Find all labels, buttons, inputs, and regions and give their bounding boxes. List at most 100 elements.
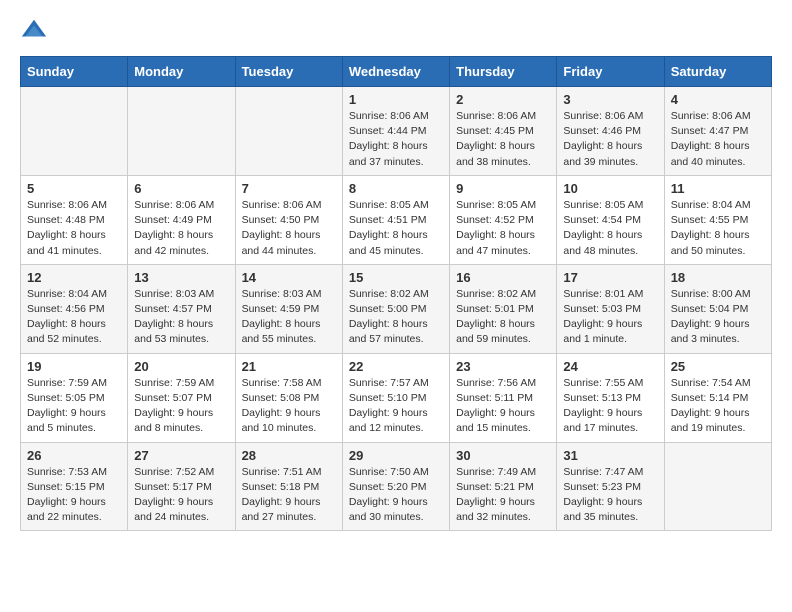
day-info: Sunrise: 7:56 AMSunset: 5:11 PMDaylight:… xyxy=(456,376,550,437)
day-info: Sunrise: 7:59 AMSunset: 5:05 PMDaylight:… xyxy=(27,376,121,437)
calendar-cell: 6 Sunrise: 8:06 AMSunset: 4:49 PMDaylight… xyxy=(128,175,235,264)
calendar-body: 1 Sunrise: 8:06 AMSunset: 4:44 PMDaylight… xyxy=(21,87,772,531)
weekday-header: Tuesday xyxy=(235,57,342,87)
day-info: Sunrise: 8:04 AMSunset: 4:55 PMDaylight:… xyxy=(671,198,765,259)
day-info: Sunrise: 7:52 AMSunset: 5:17 PMDaylight:… xyxy=(134,465,228,526)
day-number: 28 xyxy=(242,448,336,463)
calendar-week-row: 5 Sunrise: 8:06 AMSunset: 4:48 PMDaylight… xyxy=(21,175,772,264)
calendar-week-row: 1 Sunrise: 8:06 AMSunset: 4:44 PMDaylight… xyxy=(21,87,772,176)
calendar-cell: 3 Sunrise: 8:06 AMSunset: 4:46 PMDaylight… xyxy=(557,87,664,176)
day-info: Sunrise: 8:06 AMSunset: 4:46 PMDaylight:… xyxy=(563,109,657,170)
weekday-header: Thursday xyxy=(450,57,557,87)
day-info: Sunrise: 7:57 AMSunset: 5:10 PMDaylight:… xyxy=(349,376,443,437)
day-number: 11 xyxy=(671,181,765,196)
day-number: 25 xyxy=(671,359,765,374)
day-info: Sunrise: 8:03 AMSunset: 4:57 PMDaylight:… xyxy=(134,287,228,348)
header xyxy=(20,16,772,44)
day-info: Sunrise: 7:50 AMSunset: 5:20 PMDaylight:… xyxy=(349,465,443,526)
day-info: Sunrise: 8:00 AMSunset: 5:04 PMDaylight:… xyxy=(671,287,765,348)
calendar-cell xyxy=(235,87,342,176)
day-info: Sunrise: 8:01 AMSunset: 5:03 PMDaylight:… xyxy=(563,287,657,348)
calendar-cell: 15 Sunrise: 8:02 AMSunset: 5:00 PMDayligh… xyxy=(342,264,449,353)
day-number: 5 xyxy=(27,181,121,196)
day-number: 21 xyxy=(242,359,336,374)
calendar-cell: 28 Sunrise: 7:51 AMSunset: 5:18 PMDayligh… xyxy=(235,442,342,531)
page: SundayMondayTuesdayWednesdayThursdayFrid… xyxy=(0,0,792,547)
day-info: Sunrise: 8:05 AMSunset: 4:54 PMDaylight:… xyxy=(563,198,657,259)
calendar-header: SundayMondayTuesdayWednesdayThursdayFrid… xyxy=(21,57,772,87)
day-number: 6 xyxy=(134,181,228,196)
day-number: 16 xyxy=(456,270,550,285)
calendar-cell: 1 Sunrise: 8:06 AMSunset: 4:44 PMDaylight… xyxy=(342,87,449,176)
day-number: 20 xyxy=(134,359,228,374)
day-number: 10 xyxy=(563,181,657,196)
day-info: Sunrise: 7:51 AMSunset: 5:18 PMDaylight:… xyxy=(242,465,336,526)
day-info: Sunrise: 7:47 AMSunset: 5:23 PMDaylight:… xyxy=(563,465,657,526)
calendar-cell: 25 Sunrise: 7:54 AMSunset: 5:14 PMDayligh… xyxy=(664,353,771,442)
calendar-cell: 29 Sunrise: 7:50 AMSunset: 5:20 PMDayligh… xyxy=(342,442,449,531)
day-info: Sunrise: 8:02 AMSunset: 5:00 PMDaylight:… xyxy=(349,287,443,348)
calendar-cell: 17 Sunrise: 8:01 AMSunset: 5:03 PMDayligh… xyxy=(557,264,664,353)
day-info: Sunrise: 8:06 AMSunset: 4:48 PMDaylight:… xyxy=(27,198,121,259)
day-number: 29 xyxy=(349,448,443,463)
day-number: 24 xyxy=(563,359,657,374)
day-number: 27 xyxy=(134,448,228,463)
day-info: Sunrise: 7:54 AMSunset: 5:14 PMDaylight:… xyxy=(671,376,765,437)
day-number: 2 xyxy=(456,92,550,107)
calendar-cell: 12Sunrise: 8:04 AMSunset: 4:56 PMDayligh… xyxy=(21,264,128,353)
calendar-cell: 11 Sunrise: 8:04 AMSunset: 4:55 PMDayligh… xyxy=(664,175,771,264)
calendar-table: SundayMondayTuesdayWednesdayThursdayFrid… xyxy=(20,56,772,531)
day-number: 23 xyxy=(456,359,550,374)
calendar-cell: 26 Sunrise: 7:53 AMSunset: 5:15 PMDayligh… xyxy=(21,442,128,531)
day-info: Sunrise: 8:05 AMSunset: 4:51 PMDaylight:… xyxy=(349,198,443,259)
calendar-week-row: 12Sunrise: 8:04 AMSunset: 4:56 PMDayligh… xyxy=(21,264,772,353)
calendar-cell: 23 Sunrise: 7:56 AMSunset: 5:11 PMDayligh… xyxy=(450,353,557,442)
day-number: 9 xyxy=(456,181,550,196)
logo xyxy=(20,16,52,44)
weekday-header: Saturday xyxy=(664,57,771,87)
weekday-row: SundayMondayTuesdayWednesdayThursdayFrid… xyxy=(21,57,772,87)
day-number: 19 xyxy=(27,359,121,374)
calendar-cell: 19 Sunrise: 7:59 AMSunset: 5:05 PMDayligh… xyxy=(21,353,128,442)
calendar-cell: 5 Sunrise: 8:06 AMSunset: 4:48 PMDaylight… xyxy=(21,175,128,264)
calendar-cell: 2 Sunrise: 8:06 AMSunset: 4:45 PMDaylight… xyxy=(450,87,557,176)
calendar-cell: 21 Sunrise: 7:58 AMSunset: 5:08 PMDayligh… xyxy=(235,353,342,442)
weekday-header: Friday xyxy=(557,57,664,87)
day-number: 26 xyxy=(27,448,121,463)
day-number: 15 xyxy=(349,270,443,285)
calendar-cell: 16 Sunrise: 8:02 AMSunset: 5:01 PMDayligh… xyxy=(450,264,557,353)
day-number: 18 xyxy=(671,270,765,285)
day-number: 3 xyxy=(563,92,657,107)
weekday-header: Monday xyxy=(128,57,235,87)
day-info: Sunrise: 7:53 AMSunset: 5:15 PMDaylight:… xyxy=(27,465,121,526)
calendar-week-row: 26 Sunrise: 7:53 AMSunset: 5:15 PMDayligh… xyxy=(21,442,772,531)
calendar-cell: 18 Sunrise: 8:00 AMSunset: 5:04 PMDayligh… xyxy=(664,264,771,353)
day-number: 31 xyxy=(563,448,657,463)
day-info: Sunrise: 8:02 AMSunset: 5:01 PMDaylight:… xyxy=(456,287,550,348)
calendar-cell: 7Sunrise: 8:06 AMSunset: 4:50 PMDaylight… xyxy=(235,175,342,264)
day-number: 22 xyxy=(349,359,443,374)
day-info: Sunrise: 8:04 AMSunset: 4:56 PMDaylight:… xyxy=(27,287,121,348)
logo-icon xyxy=(20,16,48,44)
calendar-cell: 9 Sunrise: 8:05 AMSunset: 4:52 PMDaylight… xyxy=(450,175,557,264)
day-info: Sunrise: 7:49 AMSunset: 5:21 PMDaylight:… xyxy=(456,465,550,526)
calendar-cell: 31 Sunrise: 7:47 AMSunset: 5:23 PMDayligh… xyxy=(557,442,664,531)
calendar-cell xyxy=(21,87,128,176)
day-number: 30 xyxy=(456,448,550,463)
day-number: 17 xyxy=(563,270,657,285)
day-info: Sunrise: 8:06 AMSunset: 4:45 PMDaylight:… xyxy=(456,109,550,170)
day-info: Sunrise: 8:05 AMSunset: 4:52 PMDaylight:… xyxy=(456,198,550,259)
calendar-cell: 30 Sunrise: 7:49 AMSunset: 5:21 PMDayligh… xyxy=(450,442,557,531)
calendar-cell: 10 Sunrise: 8:05 AMSunset: 4:54 PMDayligh… xyxy=(557,175,664,264)
day-info: Sunrise: 7:58 AMSunset: 5:08 PMDaylight:… xyxy=(242,376,336,437)
day-info: Sunrise: 8:03 AMSunset: 4:59 PMDaylight:… xyxy=(242,287,336,348)
day-number: 1 xyxy=(349,92,443,107)
day-info: Sunrise: 8:06 AMSunset: 4:44 PMDaylight:… xyxy=(349,109,443,170)
day-info: Sunrise: 8:06 AMSunset: 4:49 PMDaylight:… xyxy=(134,198,228,259)
day-number: 4 xyxy=(671,92,765,107)
day-number: 13 xyxy=(134,270,228,285)
day-info: Sunrise: 8:06 AMSunset: 4:50 PMDaylight:… xyxy=(242,198,336,259)
day-number: 14 xyxy=(242,270,336,285)
calendar-cell: 22 Sunrise: 7:57 AMSunset: 5:10 PMDayligh… xyxy=(342,353,449,442)
calendar-cell: 14 Sunrise: 8:03 AMSunset: 4:59 PMDayligh… xyxy=(235,264,342,353)
